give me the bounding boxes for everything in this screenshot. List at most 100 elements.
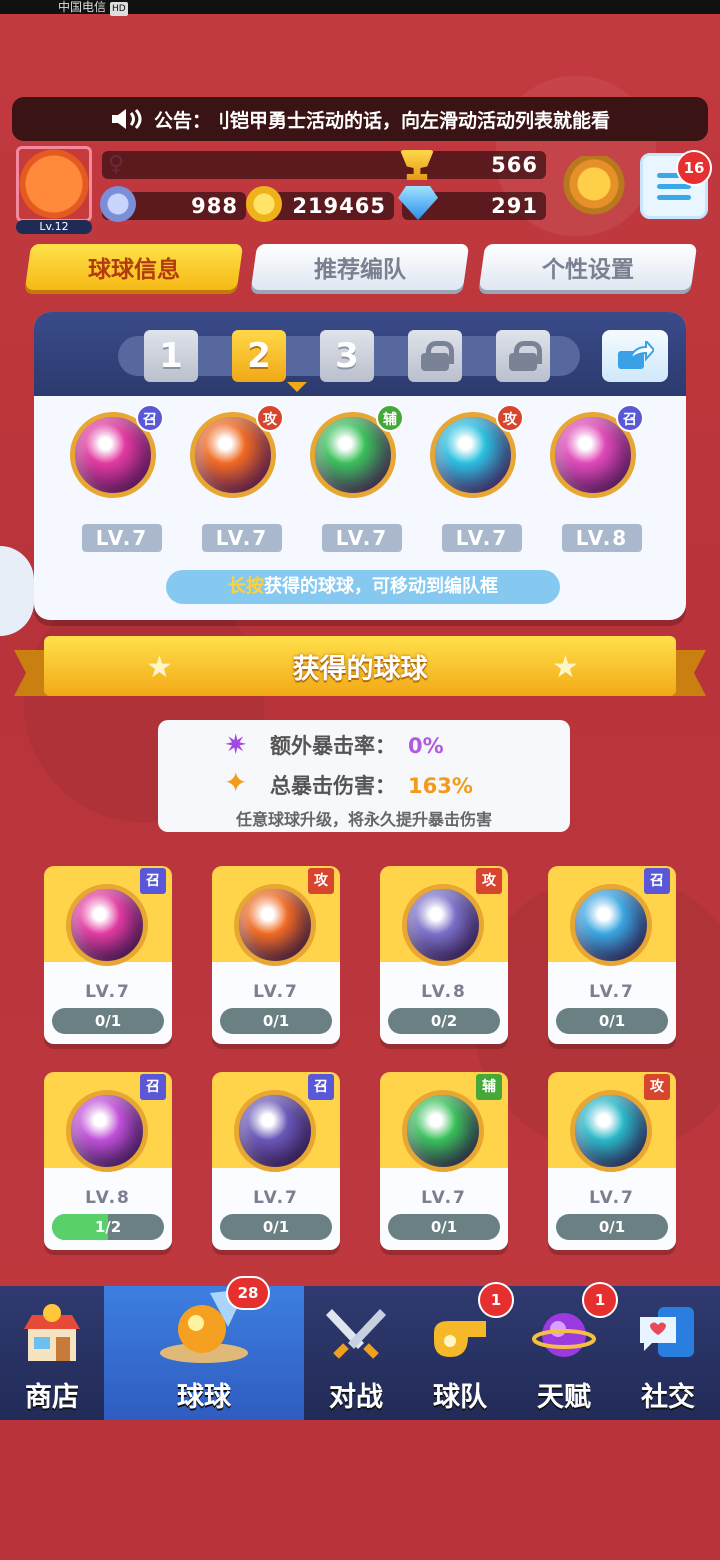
owned-ball-progress: 0/2 (388, 1008, 500, 1034)
team-ball-level: LV.8 (562, 524, 642, 552)
nav-talent-badge: 1 (582, 1282, 618, 1318)
extra-crit-value: 0% (408, 734, 444, 758)
slot-pointer (287, 382, 307, 392)
nav-balls[interactable]: 球球 (104, 1286, 304, 1420)
owned-ball-card[interactable]: 召 LV.7 0/1 (548, 866, 676, 1044)
gold-plus-icon[interactable] (246, 186, 282, 222)
section-banner: 获得的球球 ★ ★ (14, 636, 706, 700)
gold-count: 219465 (292, 194, 386, 218)
owned-ball-icon (570, 884, 652, 966)
owned-ball-level: LV.7 (253, 982, 299, 1002)
team-slot-label: 1 (159, 336, 183, 376)
owned-ball-card[interactable]: 辅 LV.7 0/1 (380, 1072, 508, 1250)
team-slot-4-locked[interactable] (408, 330, 462, 382)
star-icon: ★ (552, 650, 579, 685)
owned-ball-card[interactable]: 召 LV.7 0/1 (212, 1072, 340, 1250)
team-hint: 长按获得的球球，可移动到编队框 (166, 570, 560, 604)
team-slot-label: 3 (335, 336, 359, 376)
tab-recommended-team[interactable]: 推荐编队 (250, 244, 470, 290)
crit-info-box: ✷ 额外暴击率： 0% ✦ 总暴击伤害： 163% 任意球球升级，将永久提升暴击伤害 (158, 720, 570, 832)
owned-ball-level: LV.7 (589, 1188, 635, 1208)
owned-ball-tag: 召 (140, 868, 166, 894)
crossed-swords-icon (326, 1309, 386, 1359)
nav-shop[interactable]: 商店 (0, 1286, 104, 1420)
extra-crit-row: 额外暴击率： 0% (270, 730, 444, 760)
owned-ball-card[interactable]: 召 LV.8 1/2 (44, 1072, 172, 1250)
team-slot-3[interactable]: 3 (320, 330, 374, 382)
nav-battle[interactable]: 对战 (304, 1286, 408, 1420)
player-avatar[interactable] (16, 146, 92, 222)
ticket-plus-icon[interactable] (100, 186, 136, 222)
owned-ball-level: LV.7 (253, 1188, 299, 1208)
lock-icon (421, 341, 454, 371)
status-bar: 中国电信 HD (0, 0, 720, 16)
owned-ball-progress: 0/1 (556, 1214, 668, 1240)
team-hint-highlight: 长按 (228, 576, 264, 597)
share-button[interactable] (602, 330, 668, 382)
extra-crit-icon: ✷ (224, 728, 248, 761)
owned-ball-tag: 攻 (644, 1074, 670, 1100)
nav-team-label: 球队 (433, 1382, 487, 1413)
owned-ball-card[interactable]: 攻 LV.7 0/1 (212, 866, 340, 1044)
owned-ball-tag: 召 (308, 1074, 334, 1100)
nav-talent-label: 天赋 (537, 1382, 591, 1413)
owned-ball-progress: 0/1 (220, 1214, 332, 1240)
nav-social-label: 社交 (641, 1382, 695, 1413)
owned-ball-progress: 1/2 (52, 1214, 164, 1240)
team-slot-5-locked[interactable] (496, 330, 550, 382)
owned-ball-level: LV.7 (85, 982, 131, 1002)
owned-ball-progress: 0/1 (388, 1214, 500, 1240)
owned-ball-progress: 0/1 (220, 1008, 332, 1034)
announcement-text: 刂铠甲勇士活动的话，向左滑动活动列表就能看 (211, 109, 611, 132)
owned-ball-card[interactable]: 攻 LV.7 0/1 (548, 1072, 676, 1250)
trophy-bar: 566 (102, 151, 546, 179)
team-hint-text: 获得的球球，可移动到编队框 (264, 576, 498, 597)
total-crit-row: 总暴击伤害： 163% (270, 770, 473, 800)
owned-ball-card[interactable]: 召 LV.7 0/1 (44, 866, 172, 1044)
rank-badge-icon[interactable] (563, 156, 625, 218)
owned-ball-progress: 0/1 (556, 1008, 668, 1034)
extra-crit-label: 额外暴击率： (270, 734, 396, 758)
team-slot-label: 2 (247, 336, 271, 376)
share-icon (618, 341, 654, 369)
team-ball-tag: 召 (136, 404, 164, 432)
gem-count: 291 (491, 194, 538, 218)
team-ball-tag: 召 (616, 404, 644, 432)
owned-ball-card[interactable]: 攻 LV.8 0/2 (380, 866, 508, 1044)
tab-personal-settings[interactable]: 个性设置 (478, 244, 698, 290)
section-title-text: 获得的球球 (292, 653, 428, 685)
team-slot-1[interactable]: 1 (144, 330, 198, 382)
nav-shop-label: 商店 (25, 1382, 79, 1413)
owned-ball-level: LV.7 (421, 1188, 467, 1208)
team-slot-2[interactable]: 2 (232, 330, 286, 382)
announcement-bar[interactable]: 公告： 刂铠甲勇士活动的话，向左滑动活动列表就能看 (12, 97, 708, 141)
owned-ball-tag: 召 (140, 1074, 166, 1100)
tab-ball-info[interactable]: 球球信息 (24, 244, 244, 290)
owned-ball-progress-text: 0/1 (598, 1218, 626, 1236)
owned-ball-level: LV.8 (85, 1188, 131, 1208)
lock-icon (509, 341, 542, 371)
owned-ball-tag: 攻 (308, 868, 334, 894)
team-header: 1 2 3 (34, 312, 686, 396)
carrier-label: 中国电信 (58, 0, 107, 14)
owned-ball-tag: 召 (644, 868, 670, 894)
total-crit-label: 总暴击伤害： (270, 774, 396, 798)
section-title: 获得的球球 (44, 636, 676, 696)
hd-badge: HD (110, 2, 128, 16)
team-ball-tag: 攻 (496, 404, 524, 432)
team-panel: 1 2 3 召 LV.7 攻 LV.7 辅 LV.7 攻 LV.7 召 LV.8 长按获得的球球，… (34, 312, 686, 620)
team-ball-level: LV.7 (322, 524, 402, 552)
nav-social[interactable]: 社交 (616, 1286, 720, 1420)
owned-ball-progress-text: 0/1 (262, 1218, 290, 1236)
speaker-icon (110, 107, 144, 131)
total-crit-value: 163% (408, 774, 473, 798)
chat-icon (640, 1307, 694, 1357)
announcement-prefix: 公告： (153, 109, 211, 132)
owned-ball-icon (66, 1090, 148, 1172)
owned-ball-progress-text: 0/2 (430, 1012, 458, 1030)
menu-line (657, 194, 691, 200)
owned-ball-progress-text: 0/1 (94, 1012, 122, 1030)
nav-balls-label: 球球 (177, 1382, 231, 1413)
tab-personal-settings-label: 个性设置 (542, 257, 634, 283)
player-level: Lv.12 (16, 220, 92, 234)
